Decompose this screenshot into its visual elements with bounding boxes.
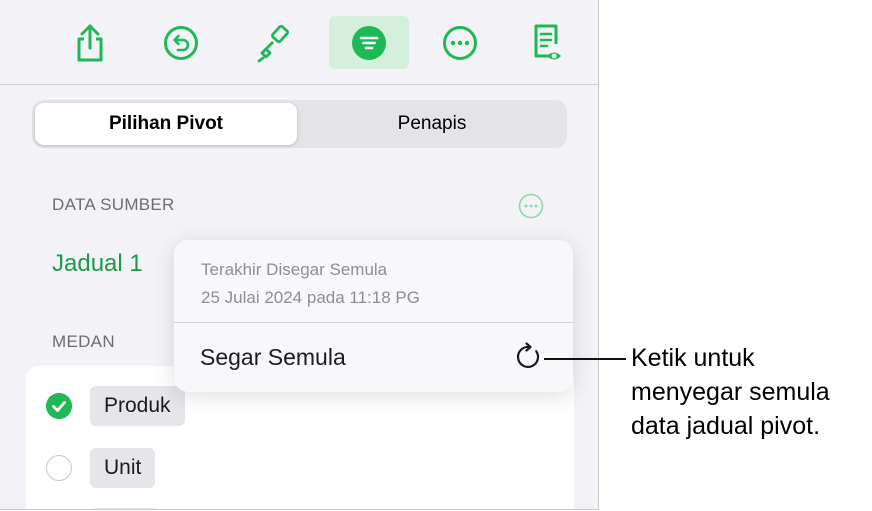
source-table-link[interactable]: Jadual 1 bbox=[52, 250, 143, 278]
tab-filters[interactable]: Penapis bbox=[300, 103, 564, 145]
fields-heading: MEDAN bbox=[52, 332, 115, 351]
toolbar bbox=[0, 0, 598, 85]
format-button[interactable] bbox=[234, 16, 314, 69]
source-data-heading: DATA SUMBER bbox=[52, 195, 175, 214]
empty-circle-icon[interactable] bbox=[46, 455, 72, 481]
view-segmented-control: Pilihan Pivot Penapis bbox=[32, 100, 567, 148]
undo-button[interactable] bbox=[141, 16, 221, 69]
field-chip-partial bbox=[90, 508, 160, 509]
callout-line: menyegar semula bbox=[631, 378, 830, 406]
last-refreshed-date: 25 Julai 2024 pada 11:18 PG bbox=[201, 288, 420, 307]
callout-line: data jadual pivot. bbox=[631, 412, 821, 440]
organize-icon bbox=[352, 25, 386, 60]
callout-text: Ketik untuk menyegar semula data jadual … bbox=[631, 341, 871, 443]
document-view-icon bbox=[534, 24, 561, 59]
field-chip[interactable]: Produk bbox=[90, 386, 185, 426]
tab-pivot-options[interactable]: Pilihan Pivot bbox=[35, 103, 297, 145]
field-row-unit[interactable]: Unit bbox=[26, 438, 574, 498]
source-more-icon[interactable] bbox=[518, 193, 544, 219]
share-icon bbox=[77, 24, 103, 61]
checkmark-icon[interactable] bbox=[46, 393, 72, 419]
refresh-popover: Terakhir Disegar Semula 25 Julai 2024 pa… bbox=[174, 240, 573, 392]
field-chip[interactable]: Unit bbox=[90, 448, 156, 488]
format-panel: Pilihan Pivot Penapis DATA SUMBER Jadual… bbox=[0, 0, 599, 510]
undo-icon bbox=[164, 25, 198, 60]
callout-line: Ketik untuk bbox=[631, 344, 755, 372]
divider bbox=[174, 322, 573, 323]
paintbrush-icon bbox=[257, 24, 289, 62]
callout-leader-line bbox=[544, 358, 626, 360]
refresh-button[interactable]: Segar Semula bbox=[200, 344, 346, 371]
more-icon bbox=[443, 25, 477, 60]
last-refreshed-label: Terakhir Disegar Semula bbox=[201, 260, 388, 279]
reading-view-button[interactable] bbox=[508, 16, 588, 69]
share-button[interactable] bbox=[50, 16, 130, 69]
organize-button[interactable] bbox=[329, 16, 409, 69]
refresh-icon[interactable] bbox=[512, 340, 546, 374]
more-button[interactable] bbox=[420, 16, 500, 69]
